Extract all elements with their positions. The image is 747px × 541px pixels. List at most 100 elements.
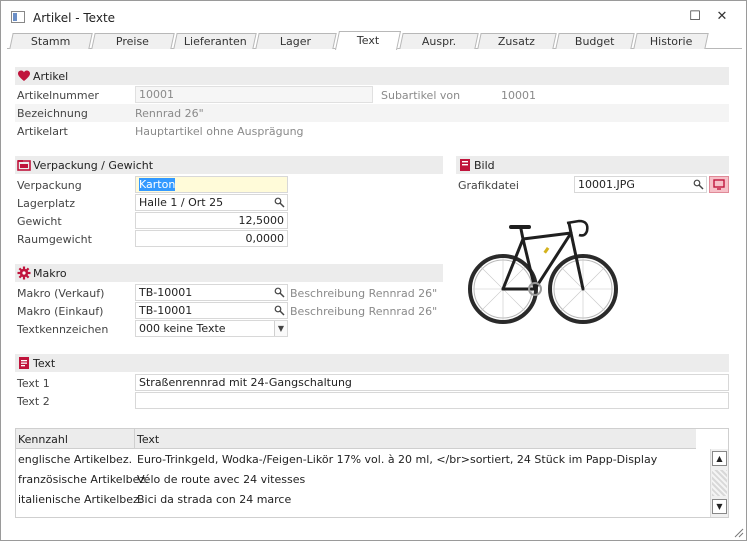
text1-label: Text 1 xyxy=(17,377,50,390)
tab-lieferanten[interactable]: Lieferanten xyxy=(173,33,257,49)
resize-grip-icon[interactable] xyxy=(732,526,744,538)
tab-preise[interactable]: Preise xyxy=(91,33,175,49)
window-title: Artikel - Texte xyxy=(33,11,116,25)
row-artikelart: Artikelart Hauptartikel ohne Ausprägung xyxy=(15,122,729,140)
row-raumgewicht: Raumgewicht 0,0000 xyxy=(15,230,443,248)
gewicht-label: Gewicht xyxy=(17,215,62,228)
folder-icon xyxy=(17,160,31,171)
gear-icon xyxy=(17,266,31,280)
section-makro-title: Makro xyxy=(33,267,67,280)
book-icon xyxy=(460,159,470,171)
row-verpackung: Verpackung Karton xyxy=(15,176,443,194)
bezeichnung-value: Rennrad 26" xyxy=(135,107,204,120)
scroll-thumb[interactable] xyxy=(712,470,727,496)
document-icon xyxy=(19,357,29,369)
section-bild-title: Bild xyxy=(474,159,495,172)
row-bezeichnung: Bezeichnung Rennrad 26" xyxy=(15,104,729,122)
section-artikel-header: Artikel xyxy=(15,67,729,85)
section-artikel-title: Artikel xyxy=(33,70,69,83)
textkennzeichen-select[interactable]: 000 keine Texte ▼ xyxy=(135,320,288,337)
tab-auspr[interactable]: Auspr. xyxy=(399,33,479,49)
makro-einkauf-description: Beschreibung Rennrad 26" xyxy=(290,305,438,318)
makro-verkauf-description: Beschreibung Rennrad 26" xyxy=(290,287,438,300)
makro-einkauf-input[interactable]: TB-10001 xyxy=(135,302,288,319)
section-text-title: Text xyxy=(33,357,56,370)
monitor-icon xyxy=(713,179,725,190)
row-gewicht: Gewicht 12,5000 xyxy=(15,212,443,230)
magnifier-icon[interactable] xyxy=(274,287,285,298)
text2-input[interactable] xyxy=(135,392,729,409)
table-row[interactable]: italienische Artikelbez. Bici da strada … xyxy=(16,490,711,510)
scroll-down-icon[interactable]: ▼ xyxy=(712,499,727,514)
subartikel-value: 10001 xyxy=(501,89,536,102)
artikelnummer-label: Artikelnummer xyxy=(17,89,99,102)
col-text-header[interactable]: Text xyxy=(137,433,159,446)
row-textkennzeichen: Textkennzeichen 000 keine Texte ▼ xyxy=(15,320,443,338)
row-kennzahl: italienische Artikelbez. xyxy=(18,493,143,506)
lagerplatz-input[interactable]: Halle 1 / Ort 25 xyxy=(135,194,288,211)
title-bar: Artikel - Texte ☐ ✕ xyxy=(1,1,746,33)
close-button[interactable]: ✕ xyxy=(714,9,730,25)
table-row[interactable]: englische Artikelbez. Euro-Trinkgeld, Wo… xyxy=(16,450,711,470)
section-makro-header: Makro xyxy=(15,264,443,282)
grafikdatei-label: Grafikdatei xyxy=(458,179,519,192)
row-text: Bici da strada con 24 marce xyxy=(137,493,292,506)
table-row[interactable]: französische Artikelbez. Vélo de route a… xyxy=(16,470,711,490)
section-verpackung-header: Verpackung / Gewicht xyxy=(15,156,443,174)
subartikel-label: Subartikel von xyxy=(381,89,461,102)
tab-stamm[interactable]: Stamm xyxy=(9,33,93,49)
tab-strip: Stamm Preise Lieferanten Lager Text Ausp… xyxy=(7,31,742,50)
artikelart-label: Artikelart xyxy=(17,125,68,138)
row-text2: Text 2 xyxy=(15,392,729,410)
text1-input[interactable]: Straßenrennrad mit 24-Gangschaltung xyxy=(135,374,729,391)
tab-zusatz[interactable]: Zusatz xyxy=(477,33,557,49)
maximize-button[interactable]: ☐ xyxy=(687,9,703,25)
artikelart-value: Hauptartikel ohne Ausprägung xyxy=(135,125,304,138)
tab-budget[interactable]: Budget xyxy=(555,33,635,49)
app-icon xyxy=(11,11,25,23)
row-kennzahl: englische Artikelbez. xyxy=(18,453,133,466)
tab-text[interactable]: Text xyxy=(334,31,402,50)
section-text-header: Text xyxy=(15,354,729,372)
section-verpackung-title: Verpackung / Gewicht xyxy=(33,159,154,172)
makro-einkauf-label: Makro (Einkauf) xyxy=(17,305,104,318)
row-text: Euro-Trinkgeld, Wodka-/Feigen-Likör 17% … xyxy=(137,453,658,466)
lagerplatz-label: Lagerplatz xyxy=(17,197,76,210)
bezeichnung-label: Bezeichnung xyxy=(17,107,88,120)
row-artikelnummer: Artikelnummer 10001 Subartikel von 10001 xyxy=(15,86,729,104)
row-text: Vélo de route avec 24 vitesses xyxy=(137,473,306,486)
row-makro-verkauf: Makro (Verkauf) TB-10001 Beschreibung Re… xyxy=(15,284,443,302)
grid-scrollbar[interactable]: ▲ ▼ xyxy=(710,449,728,517)
textkennzeichen-label: Textkennzeichen xyxy=(17,323,109,336)
verpackung-label: Verpackung xyxy=(17,179,82,192)
magnifier-icon[interactable] xyxy=(274,197,285,208)
tab-historie[interactable]: Historie xyxy=(633,33,709,49)
row-lagerplatz: Lagerplatz Halle 1 / Ort 25 xyxy=(15,194,443,212)
row-text1: Text 1 Straßenrennrad mit 24-Gangschaltu… xyxy=(15,374,729,392)
grid-header: Kennzahl Text xyxy=(16,429,696,449)
magnifier-icon[interactable] xyxy=(693,179,704,190)
col-kennzahl-header[interactable]: Kennzahl xyxy=(18,433,68,446)
makro-verkauf-label: Makro (Verkauf) xyxy=(17,287,105,300)
heart-icon xyxy=(18,70,30,81)
bicycle-image xyxy=(468,219,618,324)
chevron-down-icon[interactable]: ▼ xyxy=(274,321,287,336)
artikelnummer-field: 10001 xyxy=(135,86,373,103)
text-grid: Kennzahl Text englische Artikelbez. Euro… xyxy=(15,428,729,518)
scroll-up-icon[interactable]: ▲ xyxy=(712,451,727,466)
raumgewicht-input[interactable]: 0,0000 xyxy=(135,230,288,247)
magnifier-icon[interactable] xyxy=(274,305,285,316)
row-kennzahl: französische Artikelbez. xyxy=(18,473,149,486)
section-bild-header: Bild xyxy=(456,156,729,174)
verpackung-input[interactable]: Karton xyxy=(135,176,288,193)
grafikdatei-input[interactable]: 10001.JPG xyxy=(574,176,707,193)
artikel-window: Artikel - Texte ☐ ✕ Stamm Preise Liefera… xyxy=(0,0,747,541)
raumgewicht-label: Raumgewicht xyxy=(17,233,92,246)
text2-label: Text 2 xyxy=(17,395,50,408)
row-grafikdatei: Grafikdatei 10001.JPG xyxy=(456,176,729,194)
makro-verkauf-input[interactable]: TB-10001 xyxy=(135,284,288,301)
gewicht-input[interactable]: 12,5000 xyxy=(135,212,288,229)
row-makro-einkauf: Makro (Einkauf) TB-10001 Beschreibung Re… xyxy=(15,302,443,320)
show-image-button[interactable] xyxy=(709,176,729,193)
tab-lager[interactable]: Lager xyxy=(255,33,337,49)
